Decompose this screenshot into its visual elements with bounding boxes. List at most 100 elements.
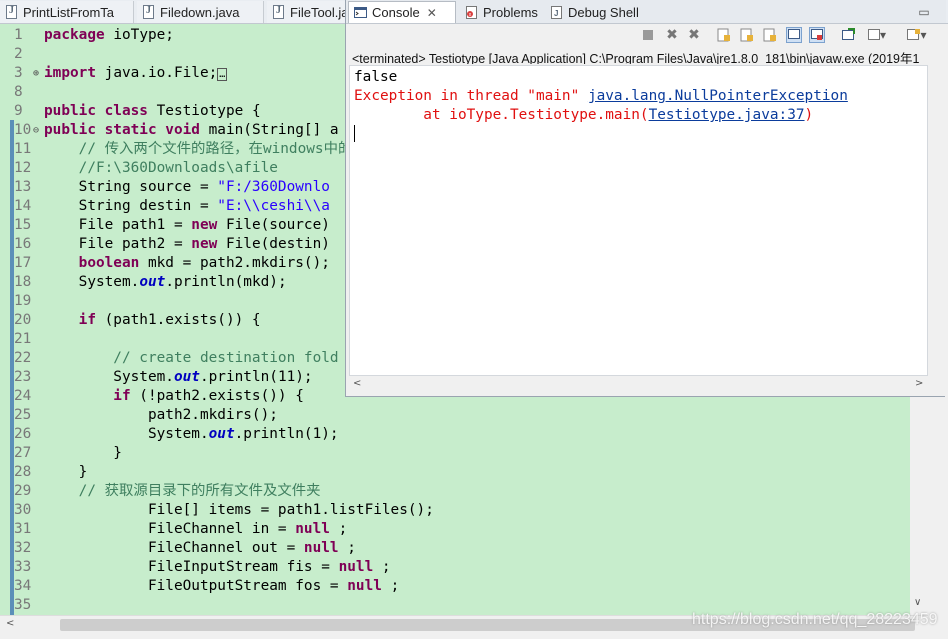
- code-line: 25 path2.mkdirs();: [0, 406, 910, 425]
- line-number: 14: [14, 198, 32, 214]
- line-number: 35: [14, 597, 32, 613]
- code-token: FileChannel out =: [44, 540, 304, 556]
- code-token: …: [217, 68, 228, 81]
- scroll-down-icon[interactable]: ∨: [914, 597, 921, 608]
- svg-text:J: J: [554, 9, 558, 18]
- code-text: if (!path2.exists()) {: [44, 387, 304, 406]
- code-text: path2.mkdirs();: [44, 406, 278, 425]
- stacktrace-suffix: ): [804, 107, 814, 123]
- code-token: .println(1);: [234, 426, 339, 442]
- java-file-icon: [273, 5, 284, 19]
- remove-launch-icon[interactable]: ✖: [664, 27, 680, 43]
- code-line: 32 FileChannel out = null ;: [0, 539, 910, 558]
- close-icon[interactable]: ✕: [427, 6, 437, 20]
- editor-tab-filetool[interactable]: FileTool.ja: [267, 1, 347, 23]
- tab-debug-shell[interactable]: J Debug Shell: [545, 1, 640, 23]
- collapse-fold-icon[interactable]: ⊖: [31, 121, 41, 140]
- show-stdout-icon[interactable]: [762, 27, 778, 43]
- code-token: out: [173, 369, 200, 385]
- scroll-right-icon[interactable]: >: [915, 378, 923, 389]
- line-number: 26: [14, 426, 32, 442]
- open-console-icon[interactable]: ▾: [864, 27, 890, 43]
- code-token: .println(mkd);: [165, 274, 287, 290]
- editor-tab-label: FileTool.ja: [290, 4, 347, 20]
- pin-console-icon[interactable]: [809, 27, 825, 43]
- code-token: import: [44, 65, 96, 81]
- line-number: 15: [14, 217, 32, 233]
- code-token: ;: [338, 521, 348, 537]
- code-text: // 获取源目录下的所有文件及文件夹: [44, 482, 321, 501]
- line-number: 11: [14, 141, 32, 157]
- code-token: // create destination fold: [44, 350, 339, 366]
- expand-fold-icon[interactable]: ⊕: [31, 64, 41, 83]
- console-line-exception: Exception in thread "main" java.lang.Nul…: [354, 87, 848, 106]
- line-number: 34: [14, 578, 32, 594]
- terminate-icon[interactable]: [640, 27, 656, 43]
- code-token: ;: [390, 578, 400, 594]
- java-file-icon: [6, 5, 17, 19]
- restore-icon[interactable]: ▭: [916, 4, 932, 20]
- code-text: }: [44, 444, 122, 463]
- console-line-stdout: false: [354, 69, 398, 85]
- code-text: FileOutputStream fos = null ;: [44, 577, 399, 596]
- scroll-left-icon[interactable]: <: [6, 618, 14, 629]
- editor-tab-printlistfromta[interactable]: PrintListFromTa: [0, 1, 134, 23]
- console-vertical-scrollbar[interactable]: [928, 65, 942, 376]
- scroll-lock-icon[interactable]: [716, 27, 732, 43]
- code-token: System.: [44, 274, 140, 290]
- remove-all-icon[interactable]: ✖: [686, 27, 702, 43]
- editor-vertical-scrollbar[interactable]: ∨: [910, 397, 928, 615]
- exception-type-link[interactable]: java.lang.NullPointerException: [588, 88, 848, 104]
- code-text: FileChannel in = null ;: [44, 520, 347, 539]
- console-output[interactable]: false Exception in thread "main" java.la…: [349, 65, 928, 376]
- code-text: public class Testiotype {: [44, 102, 261, 121]
- tab-console[interactable]: Console ✕: [348, 1, 456, 23]
- code-token: FileChannel in =: [44, 521, 296, 537]
- code-token: null: [295, 521, 330, 537]
- console-icon: [354, 7, 367, 18]
- code-token: String destin =: [44, 198, 218, 214]
- code-token: // 传入两个文件的路径，在windows中的分隔: [44, 141, 382, 157]
- line-number: 17: [14, 255, 32, 271]
- show-stderr-icon[interactable]: [786, 27, 802, 43]
- editor-tab-label: PrintListFromTa: [23, 4, 115, 20]
- code-text: String destin = "E:\\ceshi\\a: [44, 197, 330, 216]
- java-file-icon: [143, 5, 154, 19]
- code-text: File path1 = new File(source): [44, 216, 330, 235]
- code-token: public class: [44, 103, 148, 119]
- stacktrace-text: at ioType.Testiotype.main(: [354, 107, 649, 123]
- line-number: 13: [14, 179, 32, 195]
- code-token: ioType;: [113, 27, 174, 43]
- line-number: 23: [14, 369, 32, 385]
- line-number: 1: [14, 27, 23, 43]
- display-console-icon[interactable]: [841, 27, 857, 43]
- line-number: 33: [14, 559, 32, 575]
- view-menu-icon[interactable]: ▾: [902, 27, 932, 43]
- code-token: public static void: [44, 122, 200, 138]
- code-text: import java.io.File;…: [44, 64, 228, 84]
- tab-problems[interactable]: x Problems: [460, 1, 542, 23]
- code-text: FileInputStream fis = null ;: [44, 558, 391, 577]
- code-token: String source =: [44, 179, 218, 195]
- code-token: new: [191, 236, 218, 252]
- console-horizontal-scrollbar[interactable]: < >: [349, 377, 928, 391]
- line-number: 12: [14, 160, 32, 176]
- code-token: File(destin): [217, 236, 330, 252]
- line-number: 22: [14, 350, 32, 366]
- editor-tab-label: Filedown.java: [160, 4, 240, 20]
- code-token: (!path2.exists()) {: [130, 388, 304, 404]
- code-line: 30 File[] items = path1.listFiles();: [0, 501, 910, 520]
- code-token: System.: [44, 369, 174, 385]
- exception-text: Exception in thread "main": [354, 88, 588, 104]
- editor-tab-filedown[interactable]: Filedown.java: [137, 1, 264, 23]
- console-tab-bar: Console ✕ x Problems J Debug Shell ▭: [346, 0, 946, 24]
- code-token: File(source): [217, 217, 330, 233]
- word-wrap-icon[interactable]: [739, 27, 755, 43]
- stacktrace-source-link[interactable]: Testiotype.java:37: [649, 107, 805, 123]
- code-token: }: [44, 464, 88, 480]
- code-line: 31 FileChannel in = null ;: [0, 520, 910, 539]
- code-token: path2.mkdirs();: [44, 407, 278, 423]
- code-token: "E:\\ceshi\\a: [217, 198, 330, 214]
- code-token: File path2 =: [44, 236, 192, 252]
- scroll-left-icon[interactable]: <: [353, 378, 361, 389]
